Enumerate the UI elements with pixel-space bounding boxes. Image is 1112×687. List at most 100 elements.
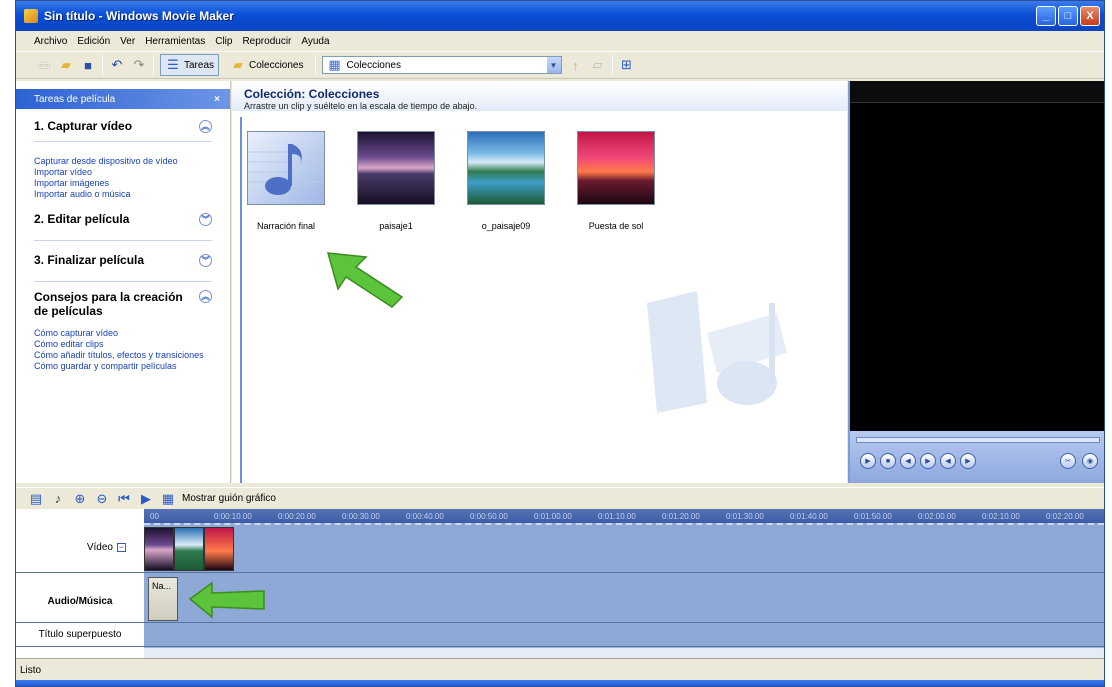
- clip-item[interactable]: Narración final: [246, 131, 326, 231]
- new-collection-icon[interactable]: ▱: [590, 57, 606, 73]
- narrate-icon[interactable]: ♪: [50, 491, 66, 507]
- forward-icon[interactable]: ▶: [960, 453, 976, 469]
- audio-track: Audio/Música Na...: [16, 573, 1104, 623]
- prev-frame-icon[interactable]: ◀: [900, 453, 916, 469]
- divider: [34, 141, 212, 142]
- mountain-thumbnail: [467, 131, 545, 205]
- link-como-capturar[interactable]: Cómo capturar vídeo: [34, 328, 212, 339]
- app-icon: [24, 9, 38, 23]
- menu-edicion[interactable]: Edición: [77, 36, 110, 47]
- ruler-tick: 0:00:20.00: [278, 511, 316, 521]
- chevron-down-icon[interactable]: ︾: [199, 212, 212, 226]
- green-arrow-icon: [188, 581, 265, 619]
- chevron-up-icon[interactable]: ︽: [199, 290, 212, 303]
- collection-pane: Colección: Colecciones Arrastre un clip …: [232, 81, 847, 483]
- next-frame-icon[interactable]: ▶: [920, 453, 936, 469]
- chevron-up-icon[interactable]: ︽: [199, 119, 212, 133]
- save-icon[interactable]: ■: [80, 57, 96, 73]
- zoom-out-icon[interactable]: ⊖: [94, 491, 110, 507]
- status-text: Listo: [20, 665, 42, 676]
- views-icon[interactable]: ⊞: [619, 57, 635, 73]
- title-track-body[interactable]: [144, 623, 1104, 646]
- ruler-tick: 0:01:50.00: [854, 511, 892, 521]
- new-project-icon[interactable]: ▭: [36, 57, 52, 73]
- clip-name: Narración final: [256, 221, 316, 231]
- video-track-label: Vídeo −: [16, 523, 144, 572]
- storyboard-icon[interactable]: ▤: [28, 491, 44, 507]
- menu-reproducir[interactable]: Reproducir: [242, 36, 291, 47]
- video-clip[interactable]: [174, 527, 204, 571]
- collection-content[interactable]: Narración final paisaje1 o_paisaje09 Pue…: [240, 117, 847, 483]
- undo-icon[interactable]: ↶: [109, 57, 125, 73]
- section-consejos[interactable]: Consejos para la creación de películas ︽: [34, 290, 212, 318]
- clip-item[interactable]: Puesta de sol: [576, 131, 656, 231]
- storyboard-view-icon[interactable]: ▦: [160, 491, 176, 507]
- seek-bar[interactable]: [856, 437, 1100, 443]
- show-storyboard-label[interactable]: Mostrar guión gráfico: [182, 493, 276, 504]
- close-icon[interactable]: ×: [214, 94, 220, 105]
- link-como-guardar[interactable]: Cómo guardar y compartir películas: [34, 361, 212, 372]
- track-name: Vídeo: [86, 542, 113, 553]
- menu-ayuda[interactable]: Ayuda: [301, 36, 329, 47]
- rewind-icon[interactable]: ◀: [940, 453, 956, 469]
- link-importar-audio[interactable]: Importar audio o música: [34, 189, 212, 200]
- play-timeline-icon[interactable]: ▶: [138, 491, 154, 507]
- collapse-icon[interactable]: −: [117, 543, 126, 552]
- menu-clip[interactable]: Clip: [215, 36, 232, 47]
- ruler-tick: 0:00:40.00: [406, 511, 444, 521]
- video-track-body[interactable]: [144, 523, 1104, 572]
- menu-ver[interactable]: Ver: [120, 36, 135, 47]
- audio-track-label: Audio/Música: [16, 573, 144, 622]
- play-icon[interactable]: ▶: [860, 453, 876, 469]
- collection-icon: ▦: [328, 57, 341, 72]
- title-bar[interactable]: Sin título - Windows Movie Maker _ □ X: [16, 1, 1104, 31]
- menu-archivo[interactable]: Archivo: [34, 36, 67, 47]
- tareas-button[interactable]: ☰ Tareas: [160, 54, 220, 76]
- section-title: 3. Finalizar película: [34, 253, 145, 267]
- section-finalizar-pelicula[interactable]: 3. Finalizar película ︾: [34, 249, 212, 271]
- sunset-thumbnail: [577, 131, 655, 205]
- time-ruler[interactable]: 00 0:00:10.00 0:00:20.00 0:00:30.00 0:00:40.…: [144, 509, 1104, 523]
- collection-select[interactable]: ▦ Colecciones ▼: [321, 56, 562, 74]
- chevron-down-icon[interactable]: ︾: [199, 253, 212, 267]
- ruler-tick: 0:02:10.00: [982, 511, 1020, 521]
- zoom-in-icon[interactable]: ⊕: [72, 491, 88, 507]
- link-importar-imagenes[interactable]: Importar imágenes: [34, 178, 212, 189]
- ruler-tick: 0:01:30.00: [726, 511, 764, 521]
- audio-clip[interactable]: Na...: [148, 577, 178, 621]
- open-folder-icon[interactable]: ▰: [58, 57, 74, 73]
- link-capturar-dispositivo[interactable]: Capturar desde dispositivo de vídeo: [34, 156, 212, 167]
- close-button[interactable]: X: [1080, 6, 1100, 26]
- section-title: 1. Capturar vídeo: [34, 119, 133, 133]
- section-editar-pelicula[interactable]: 2. Editar película ︾: [34, 208, 212, 230]
- chevron-down-icon[interactable]: ▼: [546, 57, 561, 73]
- link-importar-video[interactable]: Importar vídeo: [34, 167, 212, 178]
- video-clip[interactable]: [144, 527, 174, 571]
- timeline-scrollbar[interactable]: [144, 647, 1104, 658]
- clip-name: Puesta de sol: [588, 221, 644, 231]
- audio-track-body[interactable]: Na...: [144, 573, 1104, 622]
- section-capturar-video[interactable]: 1. Capturar vídeo ︽: [34, 115, 212, 137]
- timeline-toolbar: ▤ ♪ ⊕ ⊖ ⏮ ▶ ▦ Mostrar guión gráfico: [16, 487, 1104, 509]
- link-como-anadir[interactable]: Cómo añadir títulos, efectos y transicio…: [34, 350, 212, 361]
- up-level-icon[interactable]: ↑: [568, 57, 584, 73]
- video-clip[interactable]: [204, 527, 234, 571]
- minimize-button[interactable]: _: [1036, 6, 1056, 26]
- toolbar-separator: [611, 55, 613, 75]
- rewind-timeline-icon[interactable]: ⏮: [116, 491, 132, 507]
- video-track: Vídeo −: [16, 523, 1104, 573]
- clip-item[interactable]: paisaje1: [356, 131, 436, 231]
- link-como-editar[interactable]: Cómo editar clips: [34, 339, 212, 350]
- colecciones-button[interactable]: ▰ Colecciones: [225, 54, 308, 76]
- snapshot-icon[interactable]: ◉: [1082, 453, 1098, 469]
- ruler-tick: 0:01:10.00: [598, 511, 636, 521]
- menu-herramientas[interactable]: Herramientas: [145, 36, 205, 47]
- stop-icon[interactable]: ■: [880, 453, 896, 469]
- tareas-label: Tareas: [184, 59, 215, 71]
- redo-icon[interactable]: ↷: [131, 57, 147, 73]
- timeline: 00 0:00:10.00 0:00:20.00 0:00:30.00 0:00:40.…: [16, 509, 1104, 658]
- split-icon[interactable]: ✂: [1060, 453, 1076, 469]
- maximize-button[interactable]: □: [1058, 6, 1078, 26]
- collection-subtitle: Arrastre un clip y suéltelo en la escala…: [244, 101, 478, 111]
- clip-item[interactable]: o_paisaje09: [466, 131, 546, 231]
